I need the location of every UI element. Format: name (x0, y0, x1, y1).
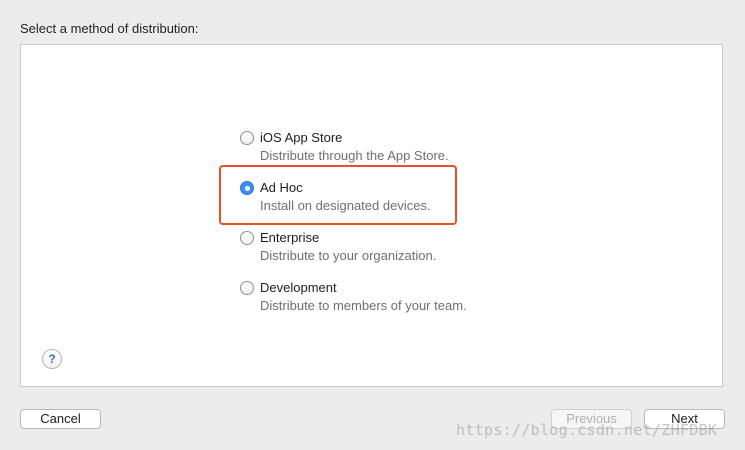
selection-highlight-box (219, 165, 457, 225)
option-description: Distribute to your organization. (260, 248, 437, 263)
option-description: Distribute to members of your team. (260, 298, 467, 313)
cancel-button[interactable]: Cancel (20, 409, 101, 429)
watermark-text: https://blog.csdn.net/ZHFDBK (456, 421, 718, 439)
radio-dot-icon (244, 185, 250, 191)
radio-button[interactable] (240, 231, 254, 245)
help-button[interactable]: ? (42, 349, 62, 369)
option-label: Ad Hoc (260, 180, 303, 195)
distribution-prompt: Select a method of distribution: (20, 21, 199, 36)
distribution-panel: iOS App Store Distribute through the App… (20, 44, 723, 387)
option-label: Enterprise (260, 230, 320, 245)
option-label: iOS App Store (260, 130, 343, 145)
radio-button[interactable] (240, 281, 254, 295)
option-description: Install on designated devices. (260, 198, 431, 213)
option-description: Distribute through the App Store. (260, 148, 449, 163)
option-label: Development (260, 280, 337, 295)
radio-button-selected[interactable] (240, 181, 254, 195)
radio-button[interactable] (240, 131, 254, 145)
